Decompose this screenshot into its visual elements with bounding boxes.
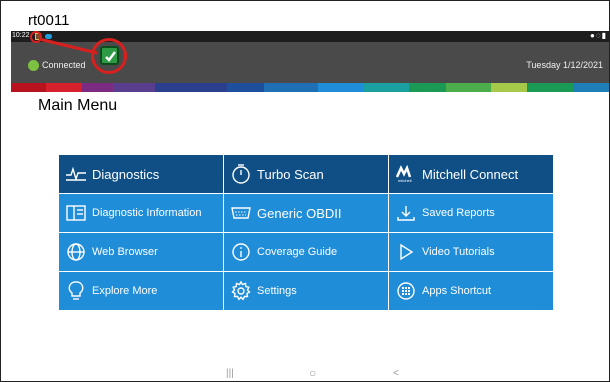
- tile-diagnostic-information[interactable]: Diagnostic Information: [59, 194, 223, 232]
- tile-video-tutorials[interactable]: Video Tutorials: [389, 233, 553, 271]
- back-icon[interactable]: <: [393, 368, 399, 379]
- screenshot-frame: rt0011 10:22 ●◌▮ Connected Tuesday 1/12/…: [0, 0, 610, 382]
- tile-label: Video Tutorials: [422, 246, 495, 258]
- tile-saved-reports[interactable]: Saved Reports: [389, 194, 553, 232]
- play-triangle-icon: [395, 241, 417, 263]
- tile-settings[interactable]: Settings: [224, 272, 388, 310]
- gear-icon: [230, 280, 252, 302]
- stopwatch-icon: [230, 163, 252, 185]
- tile-label: Settings: [257, 285, 297, 297]
- tile-label: Coverage Guide: [257, 246, 338, 258]
- tile-label: Explore More: [92, 285, 158, 297]
- home-icon[interactable]: ○: [309, 366, 316, 380]
- tile-label: Mitchell Connect: [422, 166, 519, 182]
- download-tray-icon: [395, 202, 417, 224]
- book-icon: [65, 202, 87, 224]
- tile-diagnostics[interactable]: Diagnostics: [59, 155, 223, 193]
- annotation-small-circle: [30, 31, 42, 43]
- tile-mitchell-connect[interactable]: mitchell Mitchell Connect: [389, 155, 553, 193]
- android-nav-bar: ||| ○ <: [1, 363, 609, 381]
- lightbulb-icon: [65, 280, 87, 302]
- tile-turbo-scan[interactable]: Turbo Scan: [224, 155, 388, 193]
- tile-web-browser[interactable]: Web Browser: [59, 233, 223, 271]
- obd-connector-icon: [230, 202, 252, 224]
- tile-apps-shortcut[interactable]: Apps Shortcut: [389, 272, 553, 310]
- mitchell-logo-icon: mitchell: [395, 163, 417, 185]
- tile-label: Saved Reports: [422, 207, 495, 219]
- tile-label: Diagnostics: [92, 166, 160, 182]
- tile-explore-more[interactable]: Explore More: [59, 272, 223, 310]
- checkmark-icon: [100, 46, 119, 65]
- apps-grid-icon: [395, 280, 417, 302]
- tile-label: Apps Shortcut: [422, 285, 492, 297]
- globe-icon: [65, 241, 87, 263]
- diagnostics-wave-icon: [65, 163, 87, 185]
- tile-label: Generic OBDII: [257, 205, 342, 221]
- tile-generic-obdii[interactable]: Generic OBDII: [224, 194, 388, 232]
- tile-coverage-guide[interactable]: Coverage Guide: [224, 233, 388, 271]
- tile-label: Turbo Scan: [257, 166, 324, 182]
- tile-label: Diagnostic Information: [92, 207, 202, 219]
- page-title: Main Menu: [38, 97, 118, 114]
- recent-apps-icon[interactable]: |||: [226, 368, 234, 379]
- info-circle-icon: [230, 241, 252, 263]
- main-menu-grid: Diagnostics Turbo Scan mitchell Mitchell Co…: [59, 155, 553, 310]
- svg-text:mitchell: mitchell: [398, 178, 412, 183]
- tile-label: Web Browser: [92, 246, 158, 258]
